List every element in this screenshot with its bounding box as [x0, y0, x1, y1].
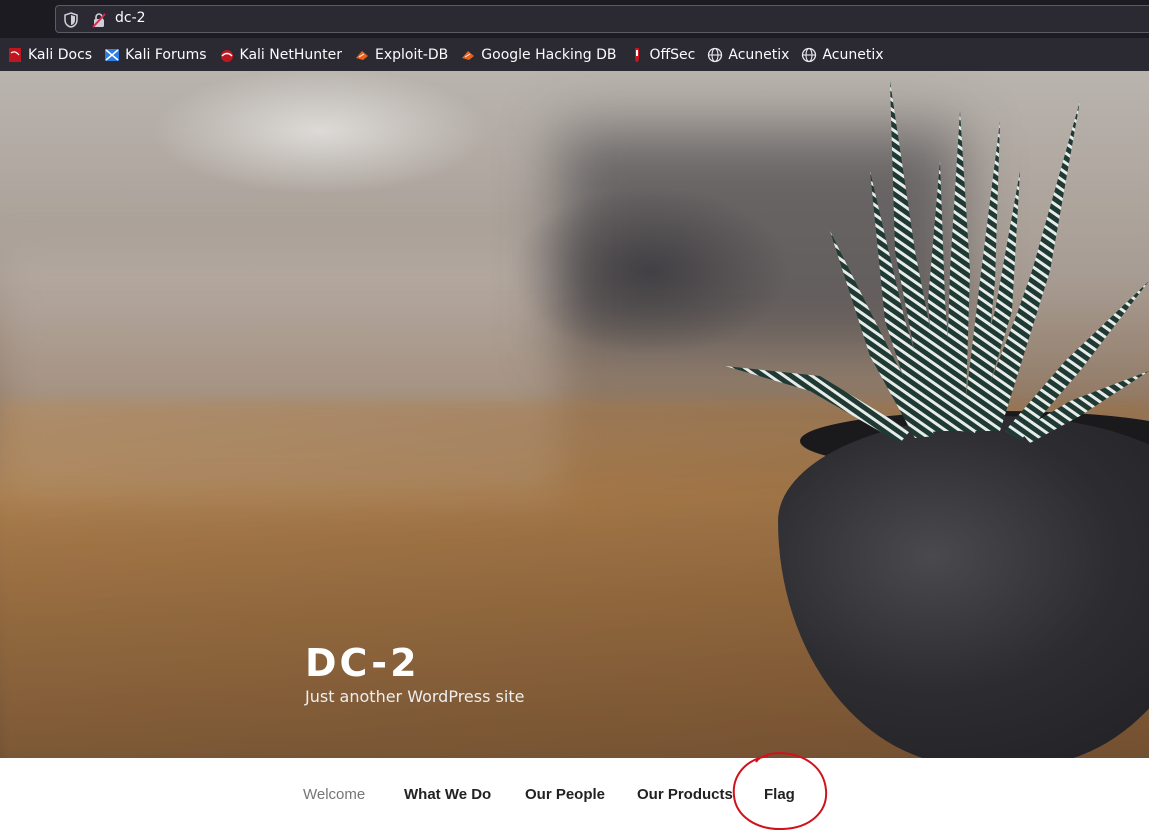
- bookmark-label: Exploit-DB: [374, 46, 449, 63]
- google-hacking-db-icon: [460, 47, 476, 63]
- shield-icon[interactable]: [64, 12, 78, 28]
- bookmark-label: Kali Forums: [125, 46, 207, 63]
- nav-item-our-products[interactable]: Our Products: [637, 786, 733, 803]
- kali-forums-icon: [104, 47, 120, 63]
- bookmark-label: OffSec: [649, 46, 696, 63]
- bookmark-google-hacking-db[interactable]: Google Hacking DB: [460, 46, 617, 63]
- nav-item-our-people[interactable]: Our People: [525, 786, 605, 803]
- bookmark-label: Acunetix: [822, 46, 884, 63]
- main-navigation: Welcome What We Do Our People Our Produc…: [0, 758, 1149, 835]
- site-description: Just another WordPress site: [305, 687, 525, 706]
- kali-nethunter-icon: [219, 47, 235, 63]
- nav-item-welcome[interactable]: Welcome: [303, 786, 365, 803]
- bookmark-kali-forums[interactable]: Kali Forums: [104, 46, 207, 63]
- header-image: DC-2 Just another WordPress site: [0, 71, 1149, 758]
- offsec-icon: [629, 47, 645, 63]
- bookmark-kali-nethunter[interactable]: Kali NetHunter: [219, 47, 342, 63]
- globe-icon: [801, 47, 817, 63]
- bookmark-label: Acunetix: [728, 46, 790, 63]
- bookmark-kali-docs[interactable]: Kali Docs: [7, 47, 92, 63]
- insecure-lock-icon[interactable]: [91, 12, 107, 28]
- bookmark-offsec[interactable]: OffSec: [629, 46, 696, 63]
- globe-icon: [707, 47, 723, 63]
- bookmarks-toolbar: Kali Docs Kali Forums Kali NetHunter Exp…: [0, 38, 1149, 71]
- succulent-plant-icon: [725, 81, 1149, 443]
- bookmark-label: Kali NetHunter: [239, 46, 342, 63]
- bookmark-acunetix-1[interactable]: Acunetix: [707, 47, 789, 63]
- bookmark-acunetix-2[interactable]: Acunetix: [801, 46, 884, 63]
- address-bar[interactable]: dc-2: [55, 5, 1149, 33]
- browser-toolbar: dc-2: [0, 0, 1149, 38]
- url-text[interactable]: dc-2: [115, 10, 146, 26]
- bookmark-label: Google Hacking DB: [481, 46, 617, 63]
- bookmark-label: Kali Docs: [28, 46, 93, 63]
- bookmark-exploit-db[interactable]: Exploit-DB: [354, 47, 448, 63]
- annotation-circle: [732, 751, 828, 831]
- site-title[interactable]: DC-2: [305, 641, 420, 685]
- kali-docs-icon: [7, 47, 23, 63]
- exploit-db-icon: [354, 47, 370, 63]
- nav-item-what-we-do[interactable]: What We Do: [404, 786, 491, 803]
